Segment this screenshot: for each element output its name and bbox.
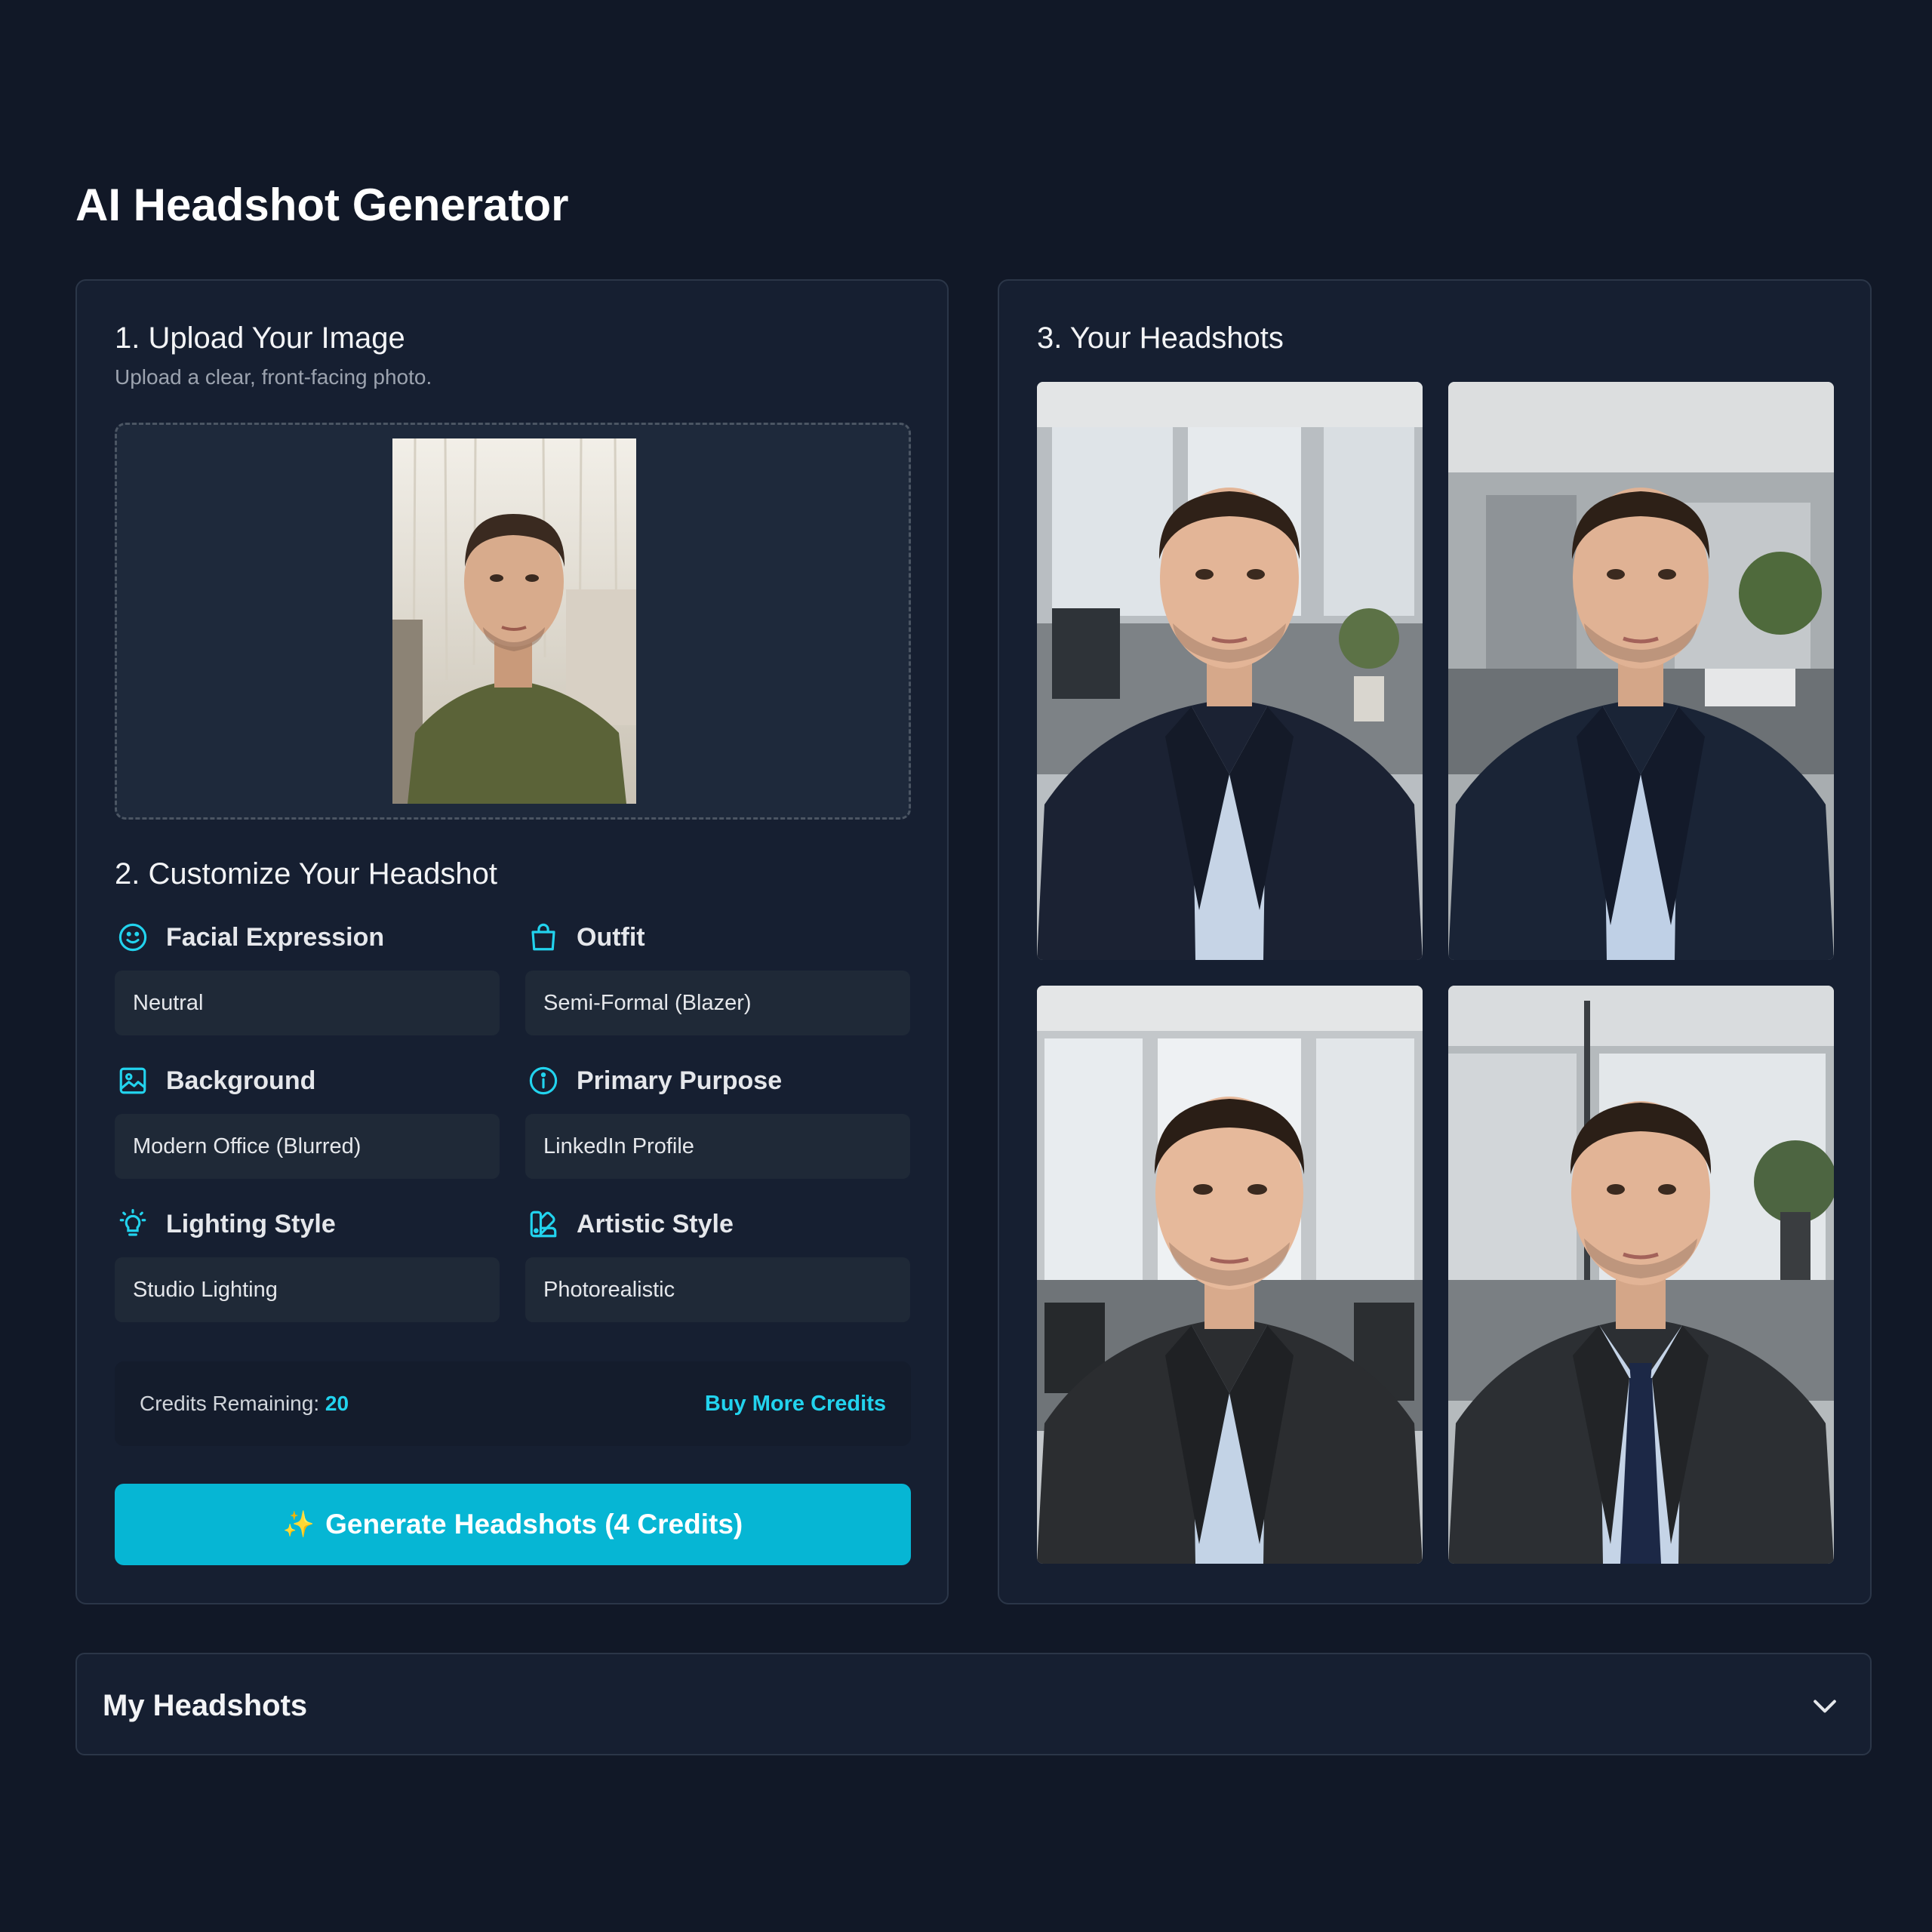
primary-purpose-label-text: Primary Purpose	[577, 1066, 783, 1095]
outfit-select[interactable]: Semi-Formal (Blazer)	[525, 971, 910, 1035]
outfit-label: Outfit	[527, 921, 645, 954]
credits-label: Credits Remaining:	[140, 1392, 320, 1415]
credits-remaining: Credits Remaining: 20	[140, 1389, 349, 1419]
lightbulb-icon	[116, 1208, 149, 1241]
generate-button-label: Generate Headshots (4 Credits)	[325, 1509, 743, 1540]
background-label-text: Background	[166, 1066, 316, 1095]
lighting-style-label-text: Lighting Style	[166, 1210, 336, 1238]
uploaded-photo	[392, 438, 636, 804]
headshot-result-2[interactable]	[1448, 382, 1834, 960]
facial-expression-label-text: Facial Expression	[166, 923, 385, 952]
background-label: Background	[116, 1064, 315, 1097]
artistic-style-label-text: Artistic Style	[577, 1210, 734, 1238]
artistic-style-label: Artistic Style	[527, 1208, 734, 1241]
smile-icon	[116, 921, 149, 954]
primary-purpose-label: Primary Purpose	[527, 1064, 782, 1097]
upload-section-subtitle: Upload a clear, front-facing photo.	[115, 365, 432, 389]
primary-purpose-select[interactable]: LinkedIn Profile	[525, 1114, 910, 1179]
my-headshots-title: My Headshots	[103, 1689, 308, 1722]
info-icon	[527, 1064, 560, 1097]
facial-expression-select[interactable]: Neutral	[115, 971, 500, 1035]
headshot-result-3[interactable]	[1037, 986, 1423, 1564]
background-select[interactable]: Modern Office (Blurred)	[115, 1114, 500, 1179]
settings-panel: 1. Upload Your Image Upload a clear, fro…	[75, 279, 949, 1604]
results-panel: 3. Your Headshots	[998, 279, 1872, 1604]
credits-count: 20	[325, 1392, 349, 1415]
headshot-result-1[interactable]	[1037, 382, 1423, 960]
artistic-style-select[interactable]: Photorealistic	[525, 1257, 910, 1322]
lighting-style-label: Lighting Style	[116, 1208, 336, 1241]
my-headshots-accordion[interactable]: My Headshots	[75, 1653, 1872, 1755]
image-dropzone[interactable]	[115, 423, 911, 820]
lighting-style-select[interactable]: Studio Lighting	[115, 1257, 500, 1322]
facial-expression-label: Facial Expression	[116, 921, 384, 954]
chevron-down-icon[interactable]	[1808, 1689, 1841, 1722]
sparkles-icon: ✨	[282, 1510, 315, 1539]
customize-section-title: 2. Customize Your Headshot	[115, 857, 497, 891]
upload-section-title: 1. Upload Your Image	[115, 321, 405, 355]
results-section-title: 3. Your Headshots	[1037, 321, 1284, 355]
buy-more-credits-link[interactable]: Buy More Credits	[705, 1389, 886, 1419]
shopping-bag-icon	[527, 921, 560, 954]
credits-bar: Credits Remaining: 20 Buy More Credits	[115, 1361, 911, 1446]
headshot-result-4[interactable]	[1448, 986, 1834, 1564]
image-icon	[116, 1064, 149, 1097]
generate-headshots-button[interactable]: ✨ Generate Headshots (4 Credits)	[115, 1484, 911, 1565]
palette-icon	[527, 1208, 560, 1241]
page-title: AI Headshot Generator	[75, 180, 569, 230]
outfit-label-text: Outfit	[577, 923, 645, 952]
